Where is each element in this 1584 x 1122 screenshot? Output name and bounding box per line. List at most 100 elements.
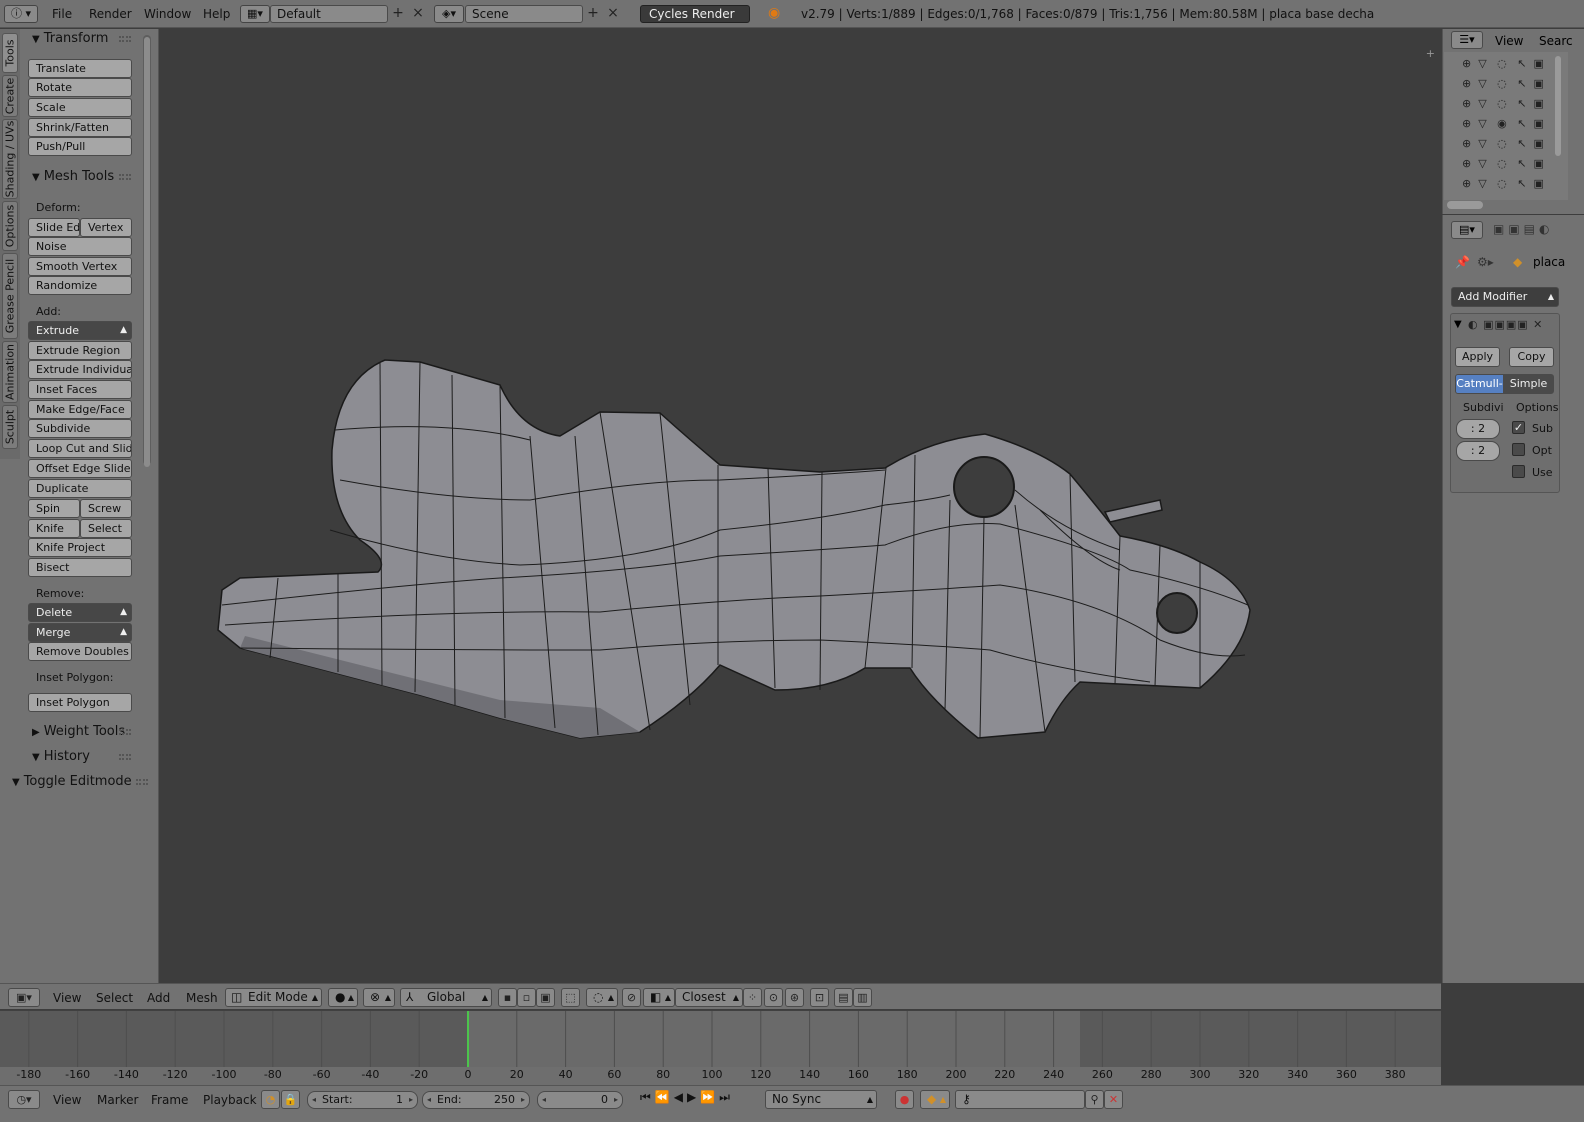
proportional-edit-dropdown[interactable]: ◌ ▲ — [586, 988, 618, 1007]
transform-orientation-dropdown[interactable]: ⅄ Global ▲ — [400, 988, 492, 1007]
remove-doubles-button[interactable]: Remove Doubles — [28, 642, 132, 661]
menu-window[interactable]: Window — [144, 7, 191, 21]
copy-button[interactable]: Copy — [1509, 347, 1554, 367]
opengl-render-icon[interactable]: ▤ — [834, 988, 853, 1007]
apply-button[interactable]: Apply — [1455, 347, 1500, 367]
menu-render[interactable]: Render — [89, 7, 132, 21]
snap-project-icon[interactable]: ⊙ — [764, 988, 783, 1007]
timeline-view-menu[interactable]: View — [53, 1093, 81, 1107]
3d-view-editor-type-icon[interactable]: ▣▾ — [8, 988, 40, 1007]
shelf-scrollbar-thumb[interactable] — [144, 37, 150, 467]
snap-element-dropdown[interactable]: ◧ ▲ — [643, 988, 675, 1007]
viewport-shading-dropdown[interactable]: ● ▲ — [328, 988, 358, 1007]
view-levels-field[interactable]: : 2 — [1456, 419, 1500, 439]
tab-sculpt[interactable]: Sculpt — [2, 405, 18, 449]
lock-time-icon[interactable]: 🔒 — [281, 1090, 300, 1109]
knife-button[interactable]: Knife — [28, 519, 80, 538]
rotate-button[interactable]: Rotate — [28, 78, 132, 97]
simple-toggle[interactable]: Simple — [1503, 374, 1554, 394]
snap-target-dropdown[interactable]: Closest ▲ — [675, 988, 743, 1007]
edge-select-icon[interactable]: ▫ — [517, 988, 536, 1007]
slide-edge-button[interactable]: Slide Ed — [28, 218, 80, 237]
auto-keying-record-icon[interactable]: ● — [895, 1090, 914, 1109]
remove-scene-icon[interactable]: × — [604, 5, 622, 23]
optimal-display-checkbox[interactable] — [1512, 443, 1525, 456]
make-edge-face-button[interactable]: Make Edge/Face — [28, 400, 132, 419]
render-levels-field[interactable]: : 2 — [1456, 441, 1500, 461]
outliner-row-icons[interactable]: ⊕ ▽ ◌ ↖ ▣ ⊕ ▽ ◌ ↖ ▣ ⊕ ▽ ◌ ↖ ▣ ⊕ ▽ ◉ ↖ ▣ … — [1462, 54, 1544, 194]
panel-grip-icon[interactable] — [136, 779, 148, 785]
tab-options[interactable]: Options — [2, 201, 18, 251]
menu-help[interactable]: Help — [203, 7, 230, 21]
end-frame-field[interactable]: ◂ End: 250 ▸ — [422, 1091, 530, 1109]
mesh-menu[interactable]: Mesh — [186, 991, 218, 1005]
add-menu[interactable]: Add — [147, 991, 170, 1005]
3d-viewport[interactable]: + — [160, 29, 1441, 983]
viewport-expand-icon[interactable]: + — [1426, 47, 1435, 60]
scene-icon[interactable]: ◈▾ — [434, 5, 464, 23]
extrude-region-button[interactable]: Extrude Region — [28, 341, 132, 360]
spin-button[interactable]: Spin — [28, 499, 80, 518]
extrude-dropdown[interactable]: Extrude ▲ — [28, 321, 132, 340]
render-engine-dropdown[interactable]: Cycles Render — [640, 5, 750, 23]
vertex-select-icon[interactable]: ▪ — [498, 988, 517, 1007]
outliner-vscrollbar[interactable] — [1555, 56, 1561, 156]
shelf-scrollbar[interactable] — [143, 35, 151, 467]
panel-grip-icon[interactable] — [119, 174, 131, 180]
tab-grease-pencil[interactable]: Grease Pencil — [2, 253, 18, 339]
menu-file[interactable]: File — [52, 7, 72, 21]
push-pull-button[interactable]: Push/Pull — [28, 137, 132, 156]
panel-transform-header[interactable]: ▼ Transform — [32, 31, 108, 46]
panel-weight-tools-header[interactable]: ▶ Weight Tools — [32, 724, 125, 739]
tab-animation[interactable]: Animation — [2, 341, 18, 403]
screen-layout-icon[interactable]: ▦▾ — [240, 5, 270, 23]
panel-grip-icon[interactable] — [119, 754, 131, 760]
loop-cut-button[interactable]: Loop Cut and Slide — [28, 439, 132, 458]
frame-menu[interactable]: Frame — [151, 1093, 188, 1107]
insert-keyframe-icon[interactable]: ⚲ — [1085, 1090, 1104, 1109]
offset-edge-slide-button[interactable]: Offset Edge Slide — [28, 459, 132, 478]
inset-polygon-button[interactable]: Inset Polygon — [28, 693, 132, 712]
tab-shading-uvs[interactable]: Shading / UVs — [2, 119, 18, 199]
vertex-slide-button[interactable]: Vertex — [80, 218, 132, 237]
add-modifier-dropdown[interactable]: Add Modifier ▲ — [1451, 287, 1559, 307]
modifier-visibility-icons[interactable]: ◐ ▣▣▣▣ ✕ — [1468, 318, 1543, 331]
view-menu[interactable]: View — [53, 991, 81, 1005]
info-editor-type-icon[interactable]: ⓘ ▾ — [4, 5, 38, 23]
subdivide-uvs-checkbox[interactable]: ✓ — [1512, 421, 1525, 434]
modifier-collapse-icon[interactable]: ▼ — [1454, 319, 1462, 330]
scale-button[interactable]: Scale — [28, 98, 132, 117]
panel-grip-icon[interactable] — [119, 729, 131, 735]
pin-icon[interactable]: 📌 — [1455, 255, 1470, 269]
panel-grip-icon[interactable] — [119, 36, 131, 42]
translate-button[interactable]: Translate — [28, 59, 132, 78]
outliner-search[interactable]: Searc — [1539, 34, 1573, 48]
select-menu[interactable]: Select — [96, 991, 133, 1005]
snap-self-icon[interactable]: ⊛ — [785, 988, 804, 1007]
snap-align-icon[interactable]: ⁘ — [743, 988, 762, 1007]
occlude-geometry-icon[interactable]: ⬚ — [561, 988, 580, 1007]
current-frame-field[interactable]: ◂ 0 ▸ — [537, 1091, 623, 1109]
remove-layout-icon[interactable]: × — [409, 5, 427, 23]
pivot-point-dropdown[interactable]: ⊗ ▲ — [363, 988, 395, 1007]
tab-tools[interactable]: Tools — [2, 33, 18, 73]
outliner-hscrollbar[interactable] — [1447, 201, 1483, 209]
tab-create[interactable]: Create — [2, 75, 18, 117]
interaction-mode-dropdown[interactable]: ◫ Edit Mode ▲ — [225, 988, 322, 1007]
face-select-icon[interactable]: ▣ — [536, 988, 555, 1007]
add-scene-icon[interactable]: + — [584, 5, 602, 23]
sync-mode-dropdown[interactable]: No Sync ▲ — [765, 1090, 877, 1109]
render-viewport-icon[interactable]: ⊡ — [810, 988, 829, 1007]
catmull-clark-toggle[interactable]: Catmull- — [1455, 374, 1504, 394]
layout-field[interactable]: Default — [270, 5, 388, 23]
outliner-view-menu[interactable]: View — [1495, 34, 1523, 48]
screw-button[interactable]: Screw — [80, 499, 132, 518]
randomize-button[interactable]: Randomize — [28, 276, 132, 295]
properties-context-tabs[interactable]: ▣▣▤◐ — [1493, 222, 1553, 236]
opengl-animation-icon[interactable]: ▥ — [853, 988, 872, 1007]
scene-field[interactable]: Scene — [465, 5, 583, 23]
delete-keyframe-icon[interactable]: ✕ — [1104, 1090, 1123, 1109]
outliner-editor-type-icon[interactable]: ☰▾ — [1451, 31, 1483, 49]
panel-mesh-tools-header[interactable]: ▼ Mesh Tools — [32, 169, 114, 184]
playback-controls[interactable]: ⏮⏪◀▶⏩⏭ — [640, 1090, 734, 1105]
